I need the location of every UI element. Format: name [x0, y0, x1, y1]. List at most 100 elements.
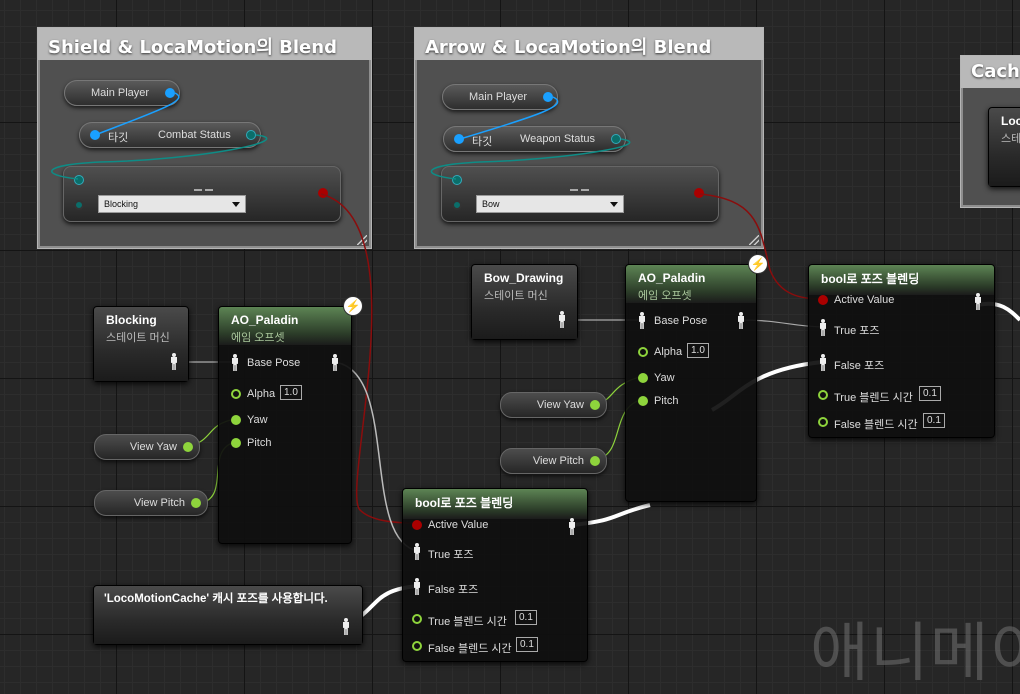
input-pin-icon[interactable]	[74, 175, 84, 185]
view-pitch-getter[interactable]: View Pitch	[94, 490, 208, 516]
pose-pin-icon[interactable]	[638, 312, 646, 330]
input-pin-icon[interactable]	[90, 130, 100, 140]
status-label: Combat Status	[158, 129, 231, 141]
use-cached-pose-node[interactable]: 'LocoMotionCache' 캐시 포즈를 사용합니다.	[93, 585, 363, 645]
pose-pin-icon[interactable]	[170, 353, 178, 371]
output-pin-icon[interactable]	[590, 400, 600, 410]
output-pin-icon[interactable]	[191, 498, 201, 508]
alpha-value-input[interactable]: 1.0	[280, 385, 302, 400]
true-blend-time-input[interactable]: 0.1	[515, 610, 537, 625]
aim-offset-node[interactable]: AO_Paladin 에임 오프셋 Base Pose Alpha 1.0 Ya…	[218, 306, 352, 544]
target-status-node[interactable]: 타깃 Combat Status	[79, 122, 261, 148]
main-player-variable[interactable]: Main Player	[442, 84, 558, 110]
yaw-label: Yaw	[247, 414, 268, 426]
false-blend-time-input[interactable]: 0.1	[516, 637, 538, 652]
output-pin-icon[interactable]	[246, 130, 256, 140]
pose-output-pin-icon[interactable]	[568, 518, 576, 536]
pitch-label: Pitch	[654, 395, 679, 407]
yaw-label: Yaw	[654, 372, 675, 384]
pose-pin-icon[interactable]	[819, 354, 827, 372]
comment-title: Shield & LocaMotion의 Blend	[38, 28, 371, 60]
pose-pin-icon[interactable]	[819, 319, 827, 337]
pose-pin-icon[interactable]	[413, 543, 421, 561]
true-pose-label: True 포즈	[834, 325, 880, 337]
input-pin-icon[interactable]	[412, 520, 422, 530]
pose-output-pin-icon[interactable]	[974, 293, 982, 311]
pose-output-pin-icon[interactable]	[331, 354, 339, 372]
output-pin-icon[interactable]	[611, 134, 621, 144]
input-pin-icon[interactable]	[638, 347, 648, 357]
main-player-variable[interactable]: Main Player	[64, 80, 180, 106]
resize-grip-icon[interactable]	[357, 235, 367, 245]
pose-output-pin-icon[interactable]	[737, 312, 745, 330]
resize-grip-icon[interactable]	[749, 235, 759, 245]
input-pin-icon[interactable]	[231, 389, 241, 399]
fast-path-icon: ⚡	[343, 296, 363, 316]
fast-path-icon: ⚡	[748, 254, 768, 274]
comment-title: Cach	[961, 56, 1020, 88]
cache-state-node[interactable]: Loco 스테이	[988, 107, 1020, 187]
true-blend-time-input[interactable]: 0.1	[919, 386, 941, 401]
alpha-label: Alpha	[247, 388, 276, 400]
chevron-down-icon	[610, 202, 618, 207]
equal-enum-node[interactable]: Bow	[441, 166, 719, 222]
aim-offset-node[interactable]: AO_Paladin 에임 오프셋 Base Pose Alpha 1.0 Ya…	[625, 264, 757, 502]
variable-label: Main Player	[469, 91, 528, 103]
input-pin-icon[interactable]	[818, 295, 828, 305]
getter-label: View Pitch	[532, 455, 584, 467]
enum-dropdown[interactable]: Blocking	[98, 195, 246, 213]
input-pin-icon[interactable]	[818, 390, 828, 400]
view-yaw-getter[interactable]: View Yaw	[94, 434, 200, 460]
pose-output-pin-icon[interactable]	[342, 618, 350, 636]
false-pose-label: False 포즈	[834, 360, 885, 372]
false-blend-time-input[interactable]: 0.1	[923, 413, 945, 428]
comment-title: Arrow & LocaMotion의 Blend	[415, 28, 763, 60]
pose-pin-icon[interactable]	[558, 311, 566, 329]
bow-drawing-state-machine[interactable]: Bow_Drawing 스테이트 머신	[471, 264, 578, 340]
blocking-state-machine[interactable]: Blocking 스테이트 머신	[93, 306, 189, 382]
input-pin-icon[interactable]	[638, 373, 648, 383]
input-pin-icon[interactable]	[231, 415, 241, 425]
input-pin-icon[interactable]	[454, 134, 464, 144]
pose-pin-icon[interactable]	[413, 578, 421, 596]
input-pin-icon[interactable]	[638, 396, 648, 406]
true-blend-time-label: True 블렌드 시간	[428, 616, 507, 628]
dropdown-value: Blocking	[104, 199, 139, 209]
chevron-down-icon	[232, 202, 240, 207]
output-pin-icon[interactable]	[318, 188, 328, 198]
input-pin-icon[interactable]	[818, 417, 828, 427]
input-pin-icon[interactable]	[452, 200, 462, 210]
watermark-text: 애니메이	[810, 617, 1020, 691]
node-title: AO_Paladin	[638, 271, 706, 285]
blend-pose-by-bool-node[interactable]: bool로 포즈 블렌딩 Active Value True 포즈 False …	[402, 488, 588, 662]
base-pose-label: Base Pose	[654, 315, 708, 327]
enum-dropdown[interactable]: Bow	[476, 195, 624, 213]
pose-pin-icon[interactable]	[231, 354, 239, 372]
node-subtitle: 에임 오프셋	[638, 290, 692, 302]
alpha-value-input[interactable]: 1.0	[687, 343, 709, 358]
output-pin-icon[interactable]	[590, 456, 600, 466]
output-pin-icon[interactable]	[694, 188, 704, 198]
target-status-node[interactable]: 타깃 Weapon Status	[443, 126, 626, 152]
target-label: 타깃	[108, 132, 129, 144]
dropdown-value: Bow	[482, 199, 500, 209]
view-yaw-getter[interactable]: View Yaw	[500, 392, 607, 418]
node-title: Blocking	[106, 313, 157, 327]
input-pin-icon[interactable]	[231, 438, 241, 448]
input-pin-icon[interactable]	[412, 641, 422, 651]
node-subtitle: 스테이	[1001, 133, 1020, 145]
node-subtitle: 스테이트 머신	[106, 332, 170, 344]
input-pin-icon[interactable]	[74, 200, 84, 210]
blend-pose-by-bool-node[interactable]: bool로 포즈 블렌딩 Active Value True 포즈 False …	[808, 264, 995, 438]
false-blend-time-label: False 블렌드 시간	[834, 419, 918, 431]
input-pin-icon[interactable]	[452, 175, 462, 185]
input-pin-icon[interactable]	[412, 614, 422, 624]
output-pin-icon[interactable]	[165, 88, 175, 98]
pitch-label: Pitch	[247, 437, 272, 449]
output-pin-icon[interactable]	[183, 442, 193, 452]
node-title: bool로 포즈 블렌딩	[415, 496, 514, 510]
output-pin-icon[interactable]	[543, 92, 553, 102]
active-value-label: Active Value	[834, 294, 895, 306]
equal-enum-node[interactable]: Blocking	[63, 166, 341, 222]
view-pitch-getter[interactable]: View Pitch	[500, 448, 607, 474]
